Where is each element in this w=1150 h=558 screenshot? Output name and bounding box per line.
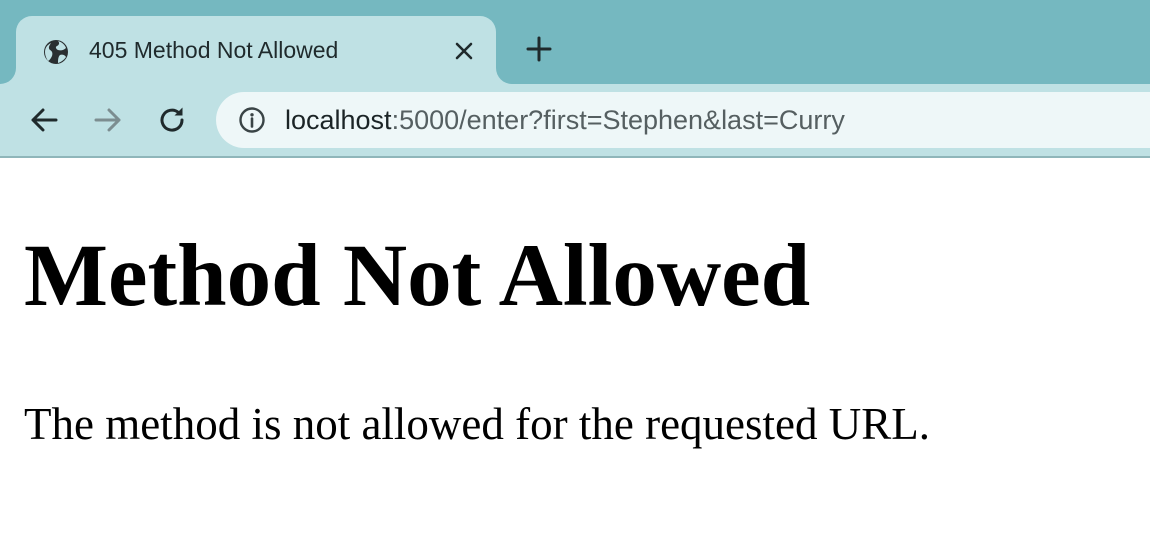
tab-strip: 405 Method Not Allowed	[0, 0, 1150, 84]
url-host: localhost	[285, 105, 392, 135]
url-path: :5000/enter?first=Stephen&last=Curry	[391, 105, 845, 135]
browser-window: 405 Method Not Allowed localhost:5000/en…	[0, 0, 1150, 558]
forward-arrow-icon[interactable]	[89, 101, 127, 139]
close-icon[interactable]	[450, 37, 478, 65]
back-arrow-icon[interactable]	[25, 101, 63, 139]
reload-icon[interactable]	[153, 101, 191, 139]
active-tab[interactable]: 405 Method Not Allowed	[16, 16, 496, 84]
globe-icon	[42, 38, 70, 66]
new-tab-plus-icon[interactable]	[524, 34, 554, 64]
address-bar[interactable]: localhost:5000/enter?first=Stephen&last=…	[216, 92, 1150, 148]
page-heading: Method Not Allowed	[24, 227, 811, 325]
page-content: Method Not Allowed The method is not all…	[0, 158, 1150, 558]
tab-title: 405 Method Not Allowed	[89, 37, 339, 63]
info-icon[interactable]	[238, 106, 266, 134]
error-message: The method is not allowed for the reques…	[24, 399, 931, 449]
url-text[interactable]: localhost:5000/enter?first=Stephen&last=…	[285, 104, 845, 136]
